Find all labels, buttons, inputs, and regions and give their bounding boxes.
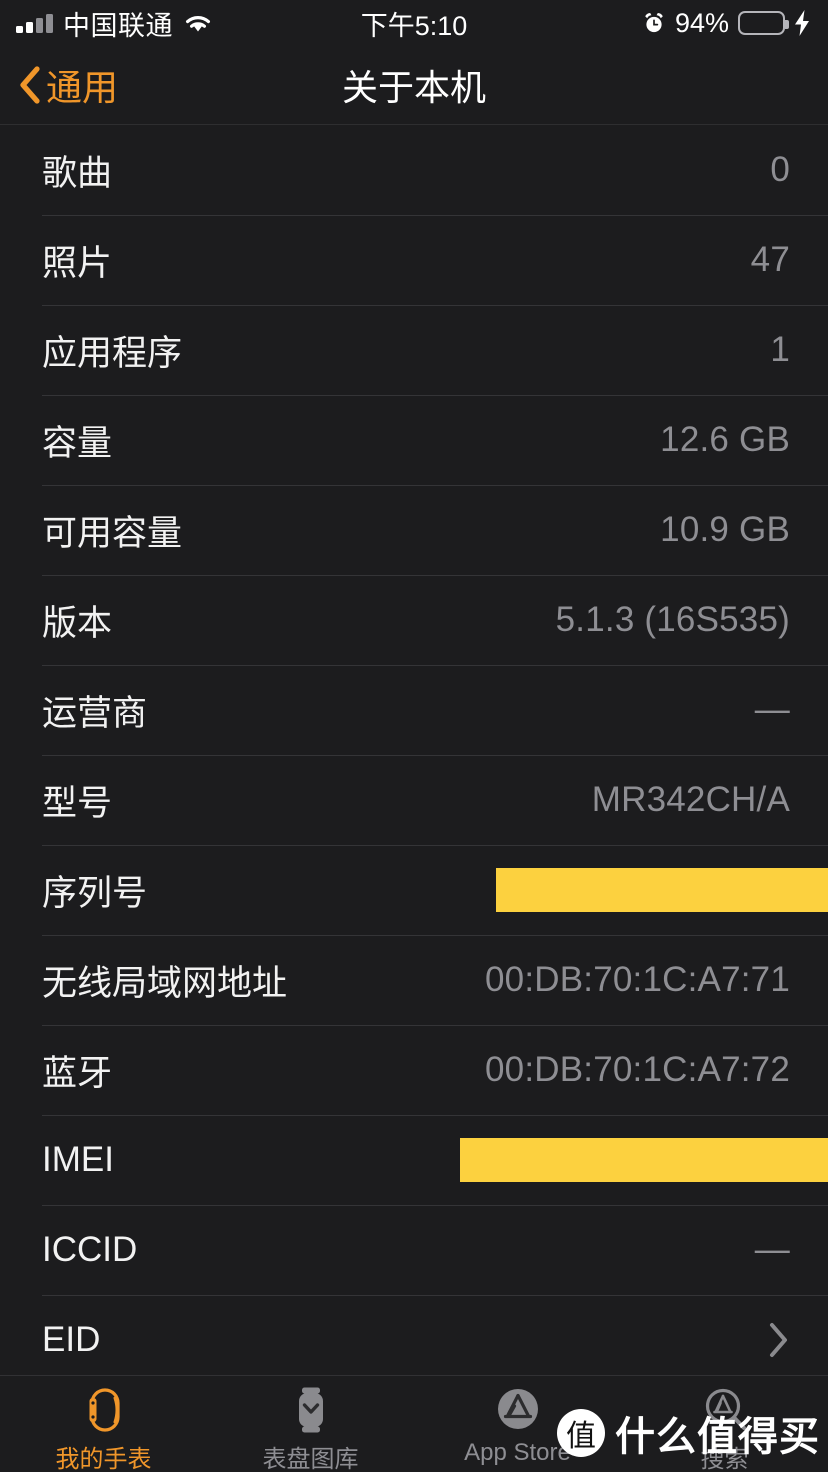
row-label: 运营商 [42, 693, 148, 733]
cellular-signal-icon [16, 13, 53, 33]
navigation-bar: 通用 关于本机 [0, 46, 828, 125]
row-label: 应用程序 [42, 333, 183, 373]
row-label: 容量 [42, 423, 113, 463]
tab-my-watch[interactable]: 我的手表 [0, 1376, 207, 1472]
table-row-version[interactable]: 版本 5.1.3 (16S535) [0, 575, 828, 665]
chevron-left-icon [18, 66, 42, 104]
redaction-bar-imei [460, 1138, 828, 1182]
row-label: 照片 [42, 243, 113, 283]
table-row-applications[interactable]: 应用程序 1 [0, 305, 828, 395]
row-value: 1 [770, 330, 790, 369]
phone-screen: 中国联通 下午5:10 94% 通用 关于本机 歌曲 0 照片 47 应用程序 … [0, 0, 828, 1472]
row-value: — [754, 1230, 790, 1269]
back-button[interactable]: 通用 [18, 46, 118, 124]
table-row-available[interactable]: 可用容量 10.9 GB [0, 485, 828, 575]
app-store-icon [492, 1383, 544, 1437]
battery-icon [738, 11, 789, 35]
back-button-label: 通用 [46, 67, 119, 108]
table-row-imei[interactable]: IMEI [0, 1115, 828, 1205]
page-title-text: 关于本机 [341, 67, 486, 108]
watch-face-gallery-icon [285, 1383, 337, 1437]
row-label: EID [42, 1320, 101, 1359]
row-value: MR342CH/A [591, 780, 790, 819]
row-label: IMEI [42, 1140, 114, 1179]
tab-bar: 我的手表 表盘图库 App Store 搜索 值 什么值得买 [0, 1375, 828, 1472]
tab-label: 我的手表 [55, 1446, 152, 1472]
redaction-bar-serial-number [496, 868, 828, 912]
table-row-iccid[interactable]: ICCID — [0, 1205, 828, 1295]
tab-app-store[interactable]: App Store [414, 1376, 621, 1467]
table-row-bluetooth[interactable]: 蓝牙 00:DB:70:1C:A7:72 [0, 1025, 828, 1115]
table-row-model[interactable]: 型号 MR342CH/A [0, 755, 828, 845]
row-label: 蓝牙 [42, 1053, 113, 1093]
battery-percent-label: 94% [674, 7, 729, 38]
row-label: 歌曲 [42, 153, 113, 193]
row-label: ICCID [42, 1230, 138, 1269]
tab-label: 表盘图库 [262, 1446, 359, 1472]
clock-label: 下午5:10 [360, 10, 468, 41]
app-store-search-icon [699, 1383, 751, 1437]
watch-outline-icon [78, 1383, 130, 1437]
row-label: 型号 [42, 783, 113, 823]
page-title: 关于本机 [0, 46, 828, 124]
tab-face-gallery[interactable]: 表盘图库 [207, 1376, 414, 1472]
row-label: 序列号 [42, 873, 148, 913]
table-row-songs[interactable]: 歌曲 0 [0, 125, 828, 215]
row-value: — [754, 690, 790, 729]
tab-search[interactable]: 搜索 [621, 1376, 828, 1472]
tab-label: App Store [464, 1439, 571, 1466]
row-value: 12.6 GB [660, 420, 790, 459]
tab-label: 搜索 [700, 1446, 749, 1472]
about-device-list: 歌曲 0 照片 47 应用程序 1 容量 12.6 GB 可用容量 10.9 G… [0, 125, 828, 1375]
row-value: 00:DB:70:1C:A7:72 [485, 1050, 790, 1089]
carrier-label: 中国联通 [63, 10, 173, 41]
row-label: 无线局域网地址 [42, 963, 288, 1003]
row-value: 00:DB:70:1C:A7:71 [485, 960, 790, 999]
table-row-photos[interactable]: 照片 47 [0, 215, 828, 305]
row-value: 0 [770, 150, 790, 189]
row-value: 47 [750, 240, 790, 279]
row-label: 版本 [42, 603, 113, 643]
alarm-clock-icon [642, 11, 666, 35]
table-row-capacity[interactable]: 容量 12.6 GB [0, 395, 828, 485]
table-row-carrier[interactable]: 运营商 — [0, 665, 828, 755]
wifi-icon [183, 12, 213, 34]
row-value: 5.1.3 (16S535) [555, 600, 790, 639]
table-row-eid[interactable]: EID [0, 1295, 828, 1375]
status-bar: 中国联通 下午5:10 94% [0, 0, 828, 46]
table-row-serial-number[interactable]: 序列号 [0, 845, 828, 935]
row-label: 可用容量 [42, 513, 183, 553]
row-value: 10.9 GB [660, 510, 790, 549]
status-bar-left: 中国联通 [16, 4, 213, 43]
lightning-bolt-icon [794, 10, 810, 36]
chevron-right-icon [768, 1322, 790, 1358]
table-row-wifi-address[interactable]: 无线局域网地址 00:DB:70:1C:A7:71 [0, 935, 828, 1025]
status-bar-right: 94% [642, 8, 810, 39]
